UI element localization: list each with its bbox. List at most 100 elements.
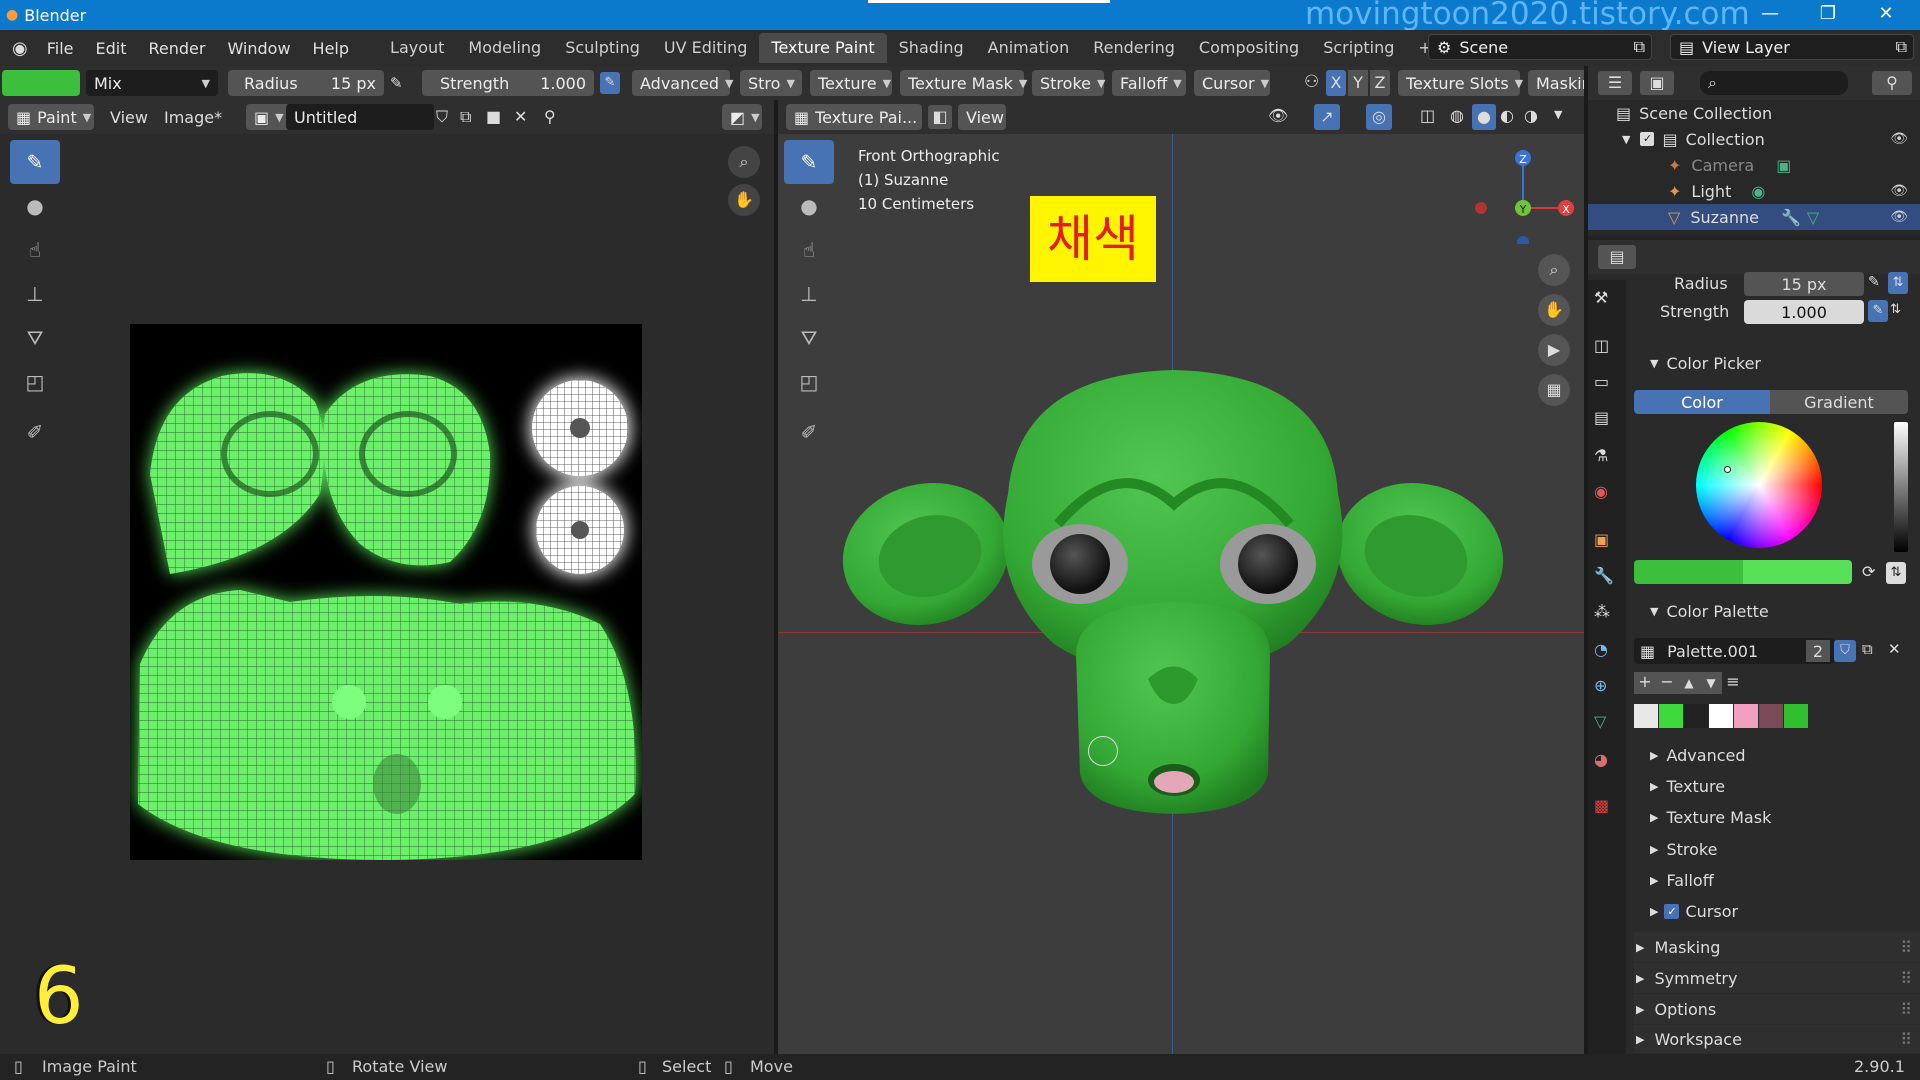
object-type-icon[interactable]: ◧ xyxy=(928,105,952,129)
mirror-x-toggle[interactable]: X xyxy=(1326,70,1346,96)
blend-mode-dropdown[interactable]: Mix ▼ xyxy=(86,70,218,96)
outliner-item-camera[interactable]: ✦ Camera ▣ xyxy=(1588,152,1920,178)
stroke-short-dropdown[interactable]: Stro ▼ xyxy=(740,70,802,96)
palette-add-icon[interactable]: + xyxy=(1634,672,1656,694)
tab-layout[interactable]: Layout xyxy=(378,33,456,63)
swap-colors-icon[interactable]: ⟳ xyxy=(1862,562,1875,581)
value-slider[interactable] xyxy=(1894,422,1908,552)
filter-icon[interactable]: ⚲ xyxy=(1872,71,1912,95)
navigation-gizmo[interactable]: Z Y X xyxy=(1468,144,1578,244)
pressure-icon[interactable]: ✎ xyxy=(390,74,403,92)
palette-remove-icon[interactable]: − xyxy=(1656,672,1678,694)
palette-move-down-icon[interactable]: ▼ xyxy=(1700,672,1722,694)
uv-display-dropdown[interactable]: ◩ ▼ xyxy=(722,104,762,130)
suzanne-mesh[interactable] xyxy=(818,354,1538,834)
advanced-dropdown[interactable]: Advanced ▼ xyxy=(632,70,734,96)
new-scene-icon[interactable]: ⧉ xyxy=(1634,37,1645,57)
texture-slots-dropdown[interactable]: Texture Slots ▼ xyxy=(1398,70,1523,96)
subpanel-texture-mask[interactable]: ▶ Texture Mask xyxy=(1650,808,1771,827)
material-shading-icon[interactable]: ◐ xyxy=(1500,106,1514,125)
zoom-view-icon[interactable]: ⌕ xyxy=(1538,254,1570,286)
outliner-item-suzanne[interactable]: ▽ Suzanne 🔧 ▽ 👁 xyxy=(1588,204,1920,230)
view-object-types-icon[interactable]: 👁 xyxy=(1268,106,1288,125)
annotate-icon[interactable]: ✐ xyxy=(10,410,60,454)
viewport-area[interactable]: ✎ ● ☝ ⊥ ⛛ ◰ ✐ Front Orthographic (1) Suz… xyxy=(778,134,1588,1054)
gradient-tab[interactable]: Gradient xyxy=(1770,390,1908,414)
outliner-editor-type-icon[interactable]: ☰ xyxy=(1598,71,1632,95)
menu-render[interactable]: Render xyxy=(137,39,216,58)
modifier-tab-icon[interactable]: 🔧 xyxy=(1594,566,1614,585)
draw-brush-icon[interactable]: ✎ xyxy=(10,140,60,184)
pin-icon[interactable]: ⚲ xyxy=(544,107,556,126)
tab-sculpting[interactable]: Sculpting xyxy=(553,33,652,63)
palette-swatch[interactable] xyxy=(1759,704,1784,728)
rendered-shading-icon[interactable]: ◑ xyxy=(1524,106,1538,125)
palette-fake-user-icon[interactable]: ⛉ xyxy=(1834,640,1856,662)
suzanne-visibility-icon[interactable]: 👁 xyxy=(1890,209,1908,225)
image-view-menu[interactable]: View xyxy=(110,108,148,127)
gizmo-toggle-icon[interactable]: ↗ xyxy=(1314,104,1340,130)
outliner-item-light[interactable]: ✦ Light ◉ 👁 xyxy=(1588,178,1920,204)
camera-view-icon[interactable]: ▶ xyxy=(1538,334,1570,366)
object-tab-icon[interactable]: ▣ xyxy=(1594,530,1609,549)
cursor-dropdown[interactable]: Cursor ▼ xyxy=(1194,70,1270,96)
tool-tab-icon[interactable]: ⚒ xyxy=(1594,288,1608,307)
palette-users-count[interactable]: 2 xyxy=(1806,640,1830,662)
color-wheel-cursor[interactable] xyxy=(1724,466,1731,473)
view-layer-selector[interactable]: ▤ View Layer ⧉ xyxy=(1670,34,1914,60)
radius-field[interactable]: Radius 15 px xyxy=(228,70,384,96)
view-layer-tab-icon[interactable]: ▤ xyxy=(1594,408,1609,427)
solid-shading-icon[interactable]: ● xyxy=(1472,104,1496,130)
image-browse-button[interactable]: ▣ ▼ xyxy=(246,104,290,130)
shading-options-icon[interactable]: ▼ xyxy=(1554,108,1562,121)
viewport-view-menu[interactable]: View xyxy=(958,104,1006,130)
panel-options[interactable]: ▶ Options ⠿ xyxy=(1634,994,1920,1024)
minimize-button[interactable]: — xyxy=(1750,3,1790,24)
palette-unlink-icon[interactable]: ✕ xyxy=(1888,640,1901,658)
cursor-checkbox[interactable]: ✓ xyxy=(1664,904,1680,919)
uv-texture-image[interactable] xyxy=(130,324,642,860)
tab-compositing[interactable]: Compositing xyxy=(1187,33,1311,63)
image-name-field[interactable]: Untitled xyxy=(286,104,434,130)
particles-tab-icon[interactable]: ⁂ xyxy=(1594,602,1610,621)
palette-swatch[interactable] xyxy=(1734,704,1759,728)
color-palette-panel-header[interactable]: ▼ Color Palette xyxy=(1650,602,1769,621)
palette-swatch[interactable] xyxy=(1709,704,1734,728)
pan-gizmo-icon[interactable]: ✋ xyxy=(728,184,760,216)
tab-rendering[interactable]: Rendering xyxy=(1081,33,1187,63)
mirror-y-toggle[interactable]: Y xyxy=(1348,70,1368,96)
world-tab-icon[interactable]: ◉ xyxy=(1594,482,1608,501)
close-button[interactable]: ✕ xyxy=(1866,3,1906,24)
subpanel-advanced[interactable]: ▶ Advanced xyxy=(1650,746,1746,765)
clone-icon[interactable]: ⊥ xyxy=(10,272,60,316)
tab-shading[interactable]: Shading xyxy=(887,33,976,63)
radius-unit-icon[interactable]: ⇅ xyxy=(1888,272,1908,294)
palette-move-up-icon[interactable]: ▲ xyxy=(1678,672,1700,694)
physics-tab-icon[interactable]: ◔ xyxy=(1594,640,1608,659)
maximize-button[interactable]: ❐ xyxy=(1808,3,1848,24)
scene-selector[interactable]: ⚙ Scene ⧉ xyxy=(1428,34,1652,60)
color-wheel[interactable] xyxy=(1696,422,1822,548)
new-image-icon[interactable]: ⧉ xyxy=(460,107,471,127)
data-tab-icon[interactable]: ▽ xyxy=(1594,712,1606,731)
outliner-search-input[interactable]: ⌕ xyxy=(1700,71,1848,95)
image-editor-area[interactable]: ✎ ● ☝ ⊥ ⛛ ◰ ✐ ⌕ ✋ 6 xyxy=(0,134,774,1054)
palette-swatch[interactable] xyxy=(1784,704,1809,728)
smear-icon[interactable]: ☝ xyxy=(10,228,60,272)
tab-texture-paint[interactable]: Texture Paint xyxy=(759,33,887,63)
tab-modeling[interactable]: Modeling xyxy=(456,33,553,63)
clone-tool-icon[interactable]: ⊥ xyxy=(784,272,834,316)
wireframe-shading-icon[interactable]: ◍ xyxy=(1450,106,1464,125)
blender-menu-icon[interactable]: ◉ xyxy=(0,38,36,59)
render-tab-icon[interactable]: ◫ xyxy=(1594,336,1609,355)
strength-field[interactable]: Strength 1.000 xyxy=(422,70,594,96)
ortho-toggle-icon[interactable]: ▦ xyxy=(1538,374,1570,406)
fake-user-icon[interactable]: ⛉ xyxy=(436,107,448,127)
prop-strength-field[interactable]: 1.000 xyxy=(1744,300,1864,324)
prop-radius-field[interactable]: 15 px xyxy=(1744,272,1864,296)
light-visibility-icon[interactable]: 👁 xyxy=(1890,183,1908,199)
panel-masking[interactable]: ▶ Masking ⠿ xyxy=(1634,932,1920,962)
color-tab[interactable]: Color xyxy=(1634,390,1770,414)
collection-checkbox[interactable]: ✓ xyxy=(1640,132,1655,146)
draw-tool-icon[interactable]: ✎ xyxy=(784,140,834,184)
